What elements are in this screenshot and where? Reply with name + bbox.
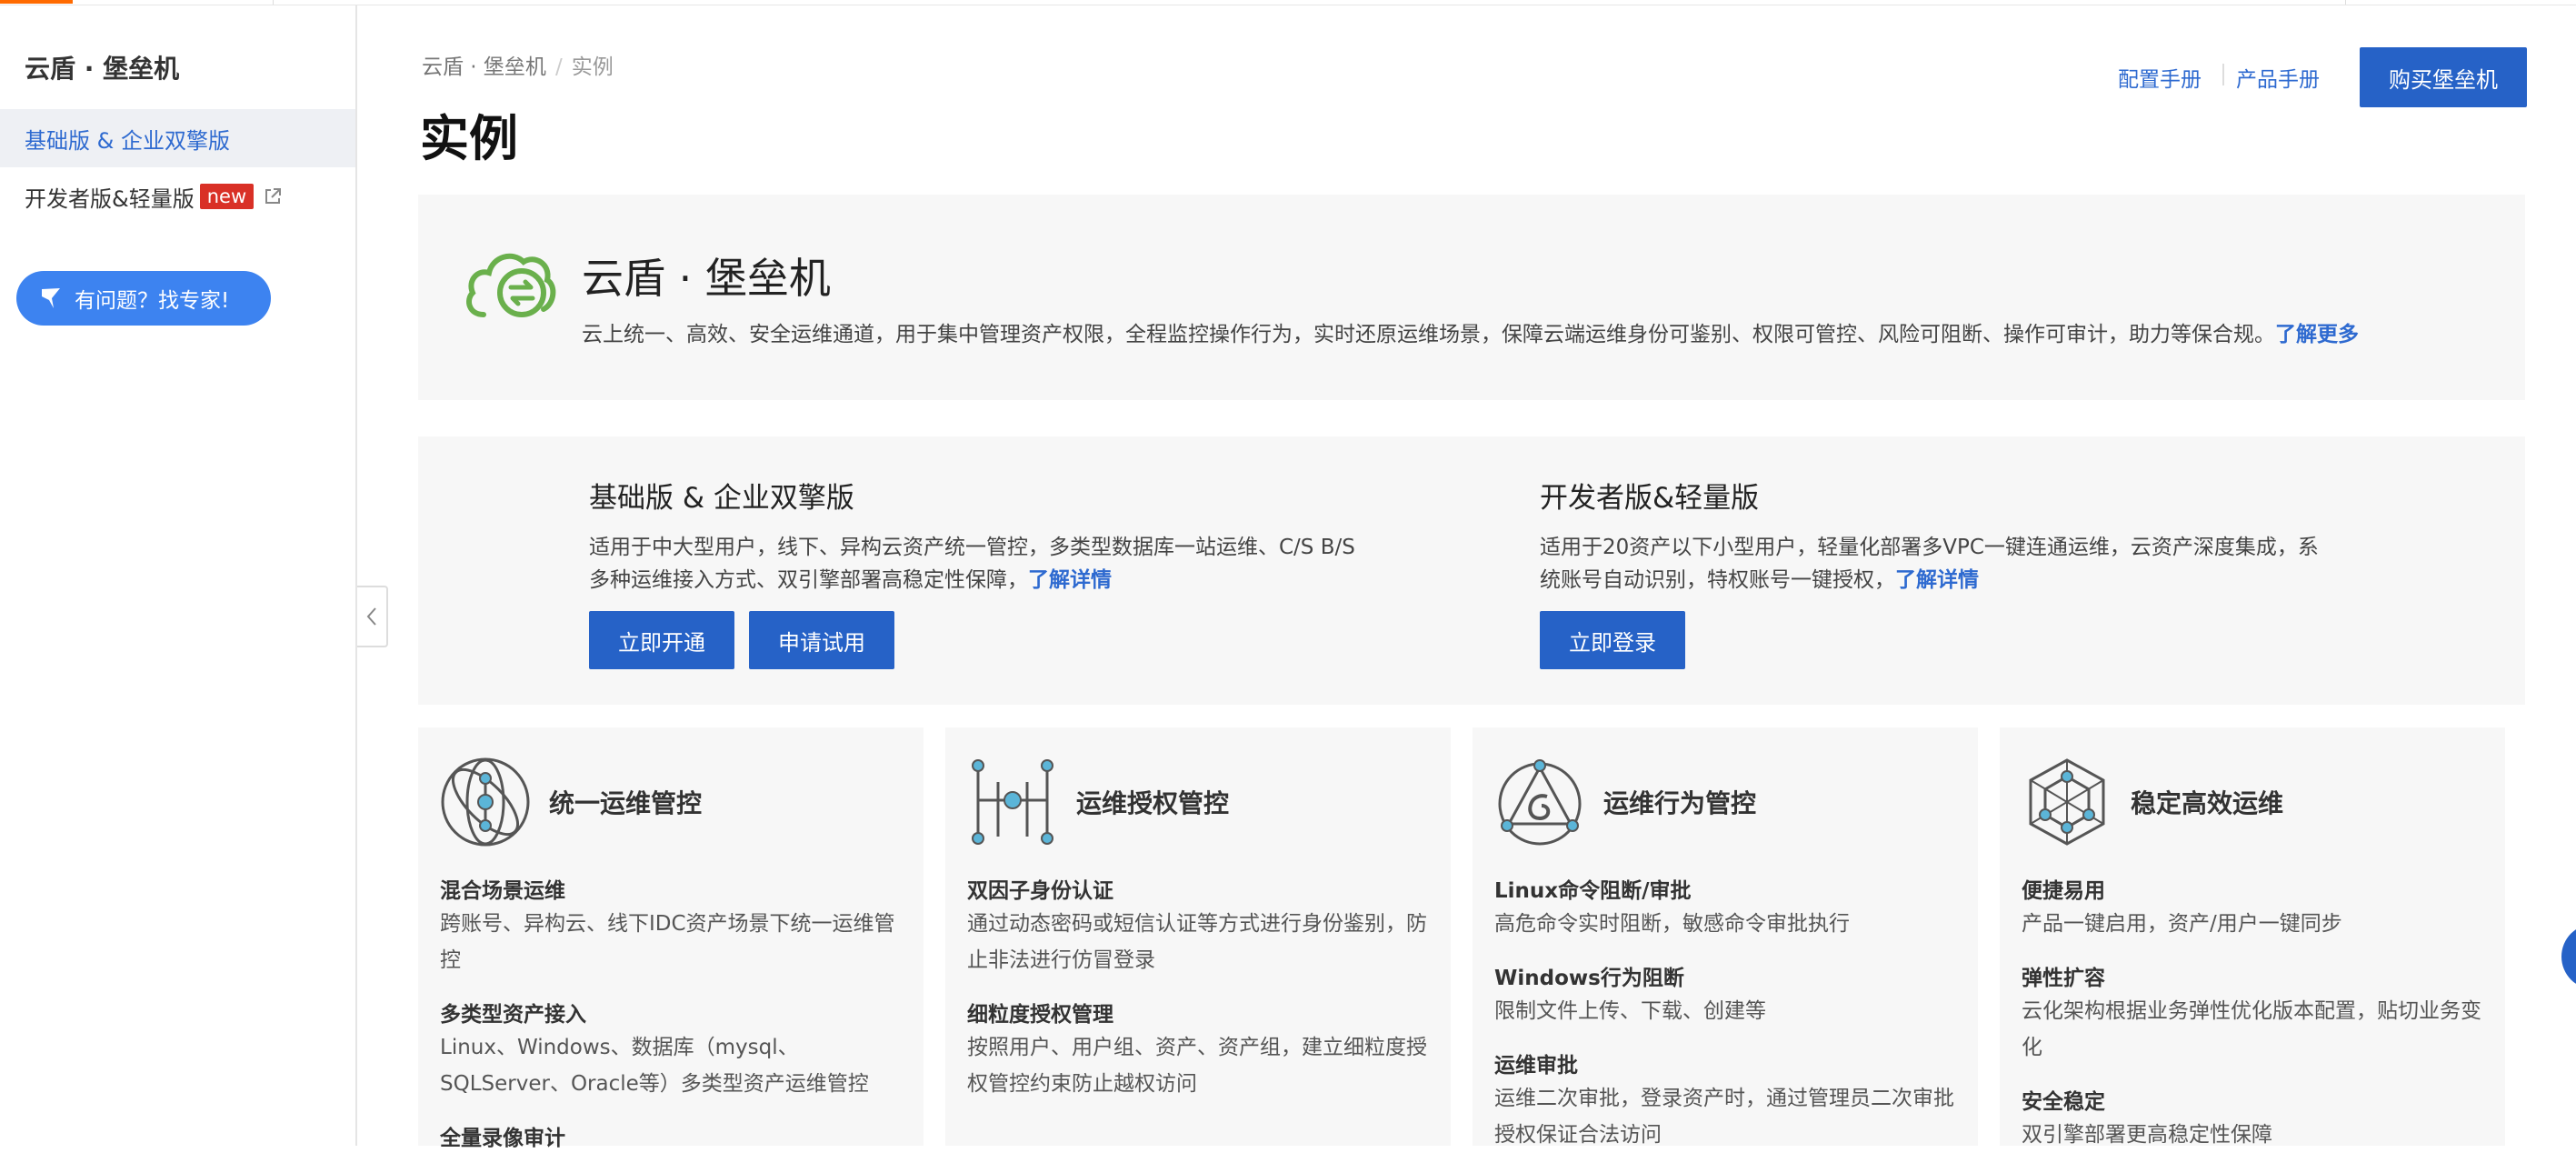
feature-card-title: 运维授权管控 [1076,788,1230,818]
breadcrumb-current: 实例 [571,55,614,79]
feature-description: 双引擎部署更高稳定性保障 [2022,1123,2272,1147]
feature-description: 通过动态密码或短信认证等方式进行身份鉴别，防止非法进行仿冒登录 [967,912,1427,972]
feature-name: 多类型资产接入 [440,1003,586,1027]
edition-title-basic: 基础版 & 企业双擎版 [589,482,854,515]
expert-icon [42,288,60,308]
floating-help-tab[interactable] [2561,924,2576,989]
link-divider [2222,64,2224,85]
feature-description: 云化架构根据业务弹性优化版本配置，贴切业务变化 [2022,999,2481,1059]
breadcrumb: 云盾 · 堡垒机 / 实例 [422,49,614,80]
external-link-icon [265,188,282,204]
top-divider [2345,0,2346,5]
edition-title-developer: 开发者版&轻量版 [1540,482,1760,515]
learn-details-link[interactable]: 了解详情 [1895,568,1979,592]
feature-description: 产品一键启用，资产/用户一键同步 [2022,912,2342,936]
edition-desc-line: 适用于中大型用户，线下、异构云资产统一管控，多类型数据库一站运维、C/S B/S [589,536,1355,559]
hero-title: 云盾 · 堡垒机 [582,254,831,303]
sidebar-item-label: 基础版 & 企业双擎版 [25,127,230,154]
feature-name: 细粒度授权管理 [967,1003,1113,1027]
feature-name: 运维审批 [1494,1054,1578,1078]
breadcrumb-separator: / [554,55,563,79]
authorization-icon [972,759,1053,845]
ask-expert-label: 有问题？找专家! [75,289,230,313]
hero-description-text: 云上统一、高效、安全运维通道，用于集中管理资产权限，全程监控操作行为，实时还原运… [582,323,2275,346]
page-title: 实例 [420,110,518,167]
feature-name: 双因子身份认证 [967,879,1113,903]
feature-card-title: 统一运维管控 [549,788,703,818]
brand-accent-bar [0,0,73,4]
sidebar-item-developer-lite[interactable]: 开发者版&轻量版 new [0,167,355,226]
feature-description: 限制文件上传、下载、创建等 [1494,999,1766,1023]
edition-desc-line: 统账号自动识别，特权账号一键授权， [1540,568,1895,592]
feature-card-title: 运维行为管控 [1603,788,1757,818]
feature-name: 便捷易用 [2022,879,2105,903]
apply-trial-button[interactable]: 申请试用 [749,611,894,669]
edition-description-developer: 适用于20资产以下小型用户，轻量化部署多VPC一键连通运维，云资产深度集成，系 … [1540,531,2319,597]
ask-expert-button[interactable]: 有问题？找专家! [16,271,271,326]
edition-desc-line: 适用于20资产以下小型用户，轻量化部署多VPC一键连通运维，云资产深度集成，系 [1540,536,2319,559]
breadcrumb-parent[interactable]: 云盾 · 堡垒机 [422,55,546,79]
sidebar-collapse-handle[interactable] [357,586,388,647]
feature-card-title: 稳定高效运维 [2131,788,2284,818]
feature-description: Linux、Windows、数据库（mysql、SQLServer、Oracle… [440,1036,869,1096]
feature-name: Linux命令阻断/审批 [1494,879,1692,903]
unified-ops-icon [441,757,530,847]
product-manual-link[interactable]: 产品手册 [2236,62,2320,93]
chevron-left-icon [366,607,376,626]
feature-card-unified-ops: 统一运维管控 混合场景运维 跨账号、异构云、线下IDC资产场景下统一运维管控 多… [418,727,924,1150]
feature-description: 按照用户、用户组、资产、资产组，建立细粒度授权管控约束防止越权访问 [967,1036,1427,1096]
sidebar-item-label: 开发者版&轻量版 [25,185,195,212]
feature-card-behavior-control: 运维行为管控 Linux命令阻断/审批 高危命令实时阻断，敏感命令审批执行 Wi… [1473,727,1978,1147]
cloud-shield-logo-icon [466,253,556,317]
sidebar: 云盾 · 堡垒机 基础版 & 企业双擎版 开发者版&轻量版 new 有问题？找专… [0,5,357,1146]
login-now-button[interactable]: 立即登录 [1540,611,1685,669]
feature-description: 跨账号、异构云、线下IDC资产场景下统一运维管控 [440,912,895,972]
new-badge: new [199,184,255,209]
hero-description: 云上统一、高效、安全运维通道，用于集中管理资产权限，全程监控操作行为，实时还原运… [582,316,2359,347]
edition-description-basic: 适用于中大型用户，线下、异构云资产统一管控，多类型数据库一站运维、C/S B/S… [589,531,1355,597]
sidebar-item-basic-enterprise[interactable]: 基础版 & 企业双擎版 [0,109,355,167]
feature-name: Windows行为阻断 [1494,967,1684,990]
feature-name: 弹性扩容 [2022,967,2105,990]
feature-name: 安全稳定 [2022,1090,2105,1114]
activate-now-button[interactable]: 立即开通 [589,611,734,669]
stable-ops-icon [2029,758,2105,846]
feature-description: 高危命令实时阻断，敏感命令审批执行 [1494,912,1850,936]
top-divider [273,0,274,5]
feature-name: 混合场景运维 [440,879,565,903]
learn-more-link[interactable]: 了解更多 [2275,323,2359,346]
feature-description: 运维二次审批，登录资产时，通过管理员二次审批授权保证合法访问 [1494,1087,1954,1147]
behavior-control-icon [1498,759,1582,846]
feature-name: 全量录像审计 [440,1127,565,1150]
feature-card-authorization: 运维授权管控 双因子身份认证 通过动态密码或短信认证等方式进行身份鉴别，防止非法… [945,727,1451,1146]
config-manual-link[interactable]: 配置手册 [2118,62,2202,93]
top-strip [0,0,2576,5]
edition-desc-line: 多种运维接入方式、双引擎部署高稳定性保障， [589,568,1028,592]
feature-card-stable-ops: 稳定高效运维 便捷易用 产品一键启用，资产/用户一键同步 弹性扩容 云化架构根据… [2000,727,2505,1147]
buy-bastion-button[interactable]: 购买堡垒机 [2360,47,2527,107]
learn-details-link[interactable]: 了解详情 [1028,568,1112,592]
sidebar-title: 云盾 · 堡垒机 [25,54,180,84]
